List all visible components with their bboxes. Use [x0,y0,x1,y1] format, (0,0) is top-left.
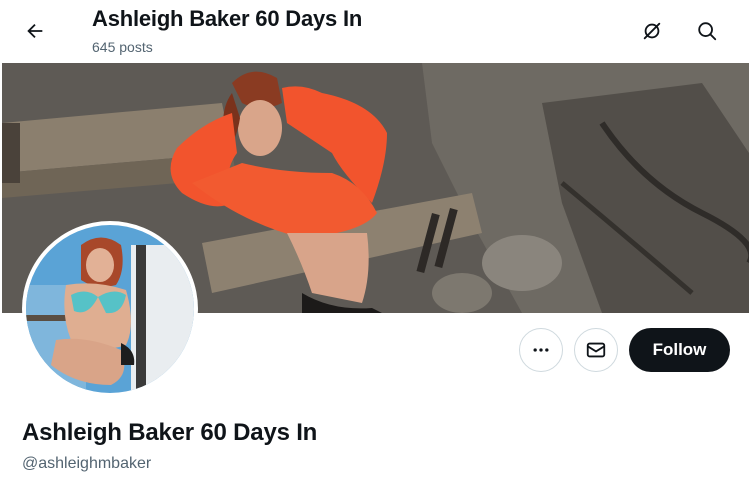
header-title-group: Ashleigh Baker 60 Days In 645 posts [92,5,362,57]
profile-header: Ashleigh Baker 60 Days In 645 posts [0,0,754,63]
header-title: Ashleigh Baker 60 Days In [92,6,363,31]
profile-actions: Follow [0,328,754,374]
grok-icon [643,22,661,40]
follow-button[interactable]: Follow [629,328,730,372]
search-icon [698,22,717,41]
more-icon [533,348,549,352]
profile-display-name: Ashleigh Baker 60 Days In [22,419,318,446]
more-button[interactable] [519,328,563,372]
arrow-left-icon [27,23,43,39]
message-button[interactable] [574,328,618,372]
post-count: 645 posts [92,39,153,55]
mail-icon [586,342,606,358]
grok-button[interactable] [633,12,671,50]
search-button[interactable] [688,12,726,50]
back-button[interactable] [16,12,54,50]
profile-handle: @ashleighmbaker [22,455,152,472]
